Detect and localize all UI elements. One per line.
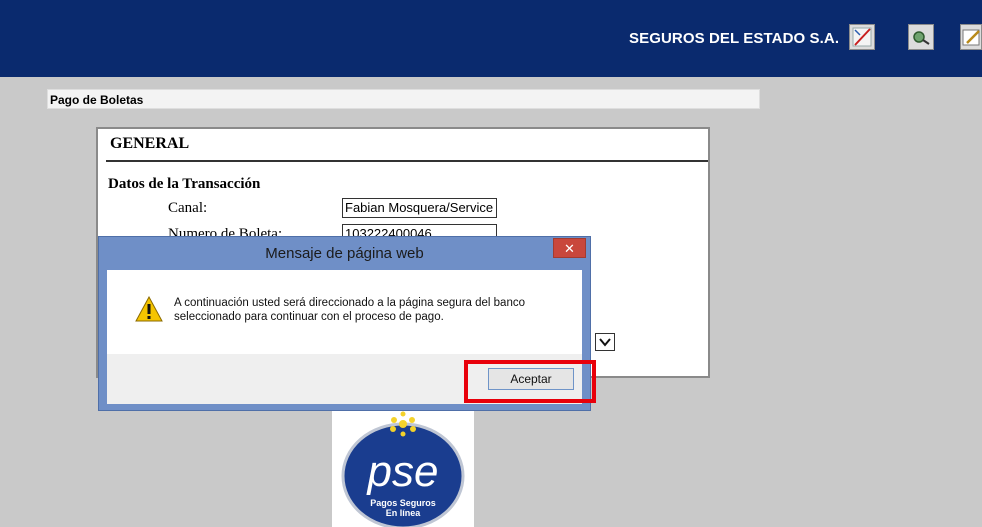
pse-logo: pse Pagos Seguros En línea	[341, 411, 465, 527]
section-title: GENERAL	[110, 135, 190, 152]
dialog-body: A continuación usted será direccionado a…	[107, 270, 582, 354]
brand-name: SEGUROS DEL ESTADO S.A.	[629, 30, 840, 47]
svg-text:pse: pse	[366, 447, 439, 496]
highlight-annotation	[464, 360, 596, 403]
pse-logo-box[interactable]: pse Pagos Seguros En línea	[332, 406, 474, 527]
subsection-title: Datos de la Transacción	[108, 176, 261, 192]
dialog-message-line1: A continuación usted será direccionado a…	[174, 297, 525, 309]
search-icon[interactable]	[908, 24, 934, 50]
section-divider	[106, 160, 708, 162]
dialog-message-line2: seleccionado para continuar con el proce…	[174, 311, 444, 323]
bank-select-dropdown[interactable]	[595, 333, 615, 351]
canal-input[interactable]: Fabian Mosquera/Service	[342, 198, 497, 218]
breadcrumb: Pago de Boletas	[47, 89, 760, 109]
edit-icon[interactable]	[960, 24, 982, 50]
svg-text:Pagos Seguros: Pagos Seguros	[370, 498, 436, 508]
header-bar: SEGUROS DEL ESTADO S.A.	[0, 0, 982, 77]
close-form-icon[interactable]	[849, 24, 875, 50]
warning-icon	[135, 296, 163, 322]
dialog-close-button[interactable]: ✕	[553, 238, 586, 258]
canal-label: Canal:	[168, 200, 208, 216]
svg-text:En línea: En línea	[386, 508, 422, 518]
dialog-message: A continuación usted será direccionado a…	[174, 296, 574, 324]
chevron-down-icon	[599, 338, 611, 347]
dialog-title: Mensaje de página web	[265, 245, 424, 262]
